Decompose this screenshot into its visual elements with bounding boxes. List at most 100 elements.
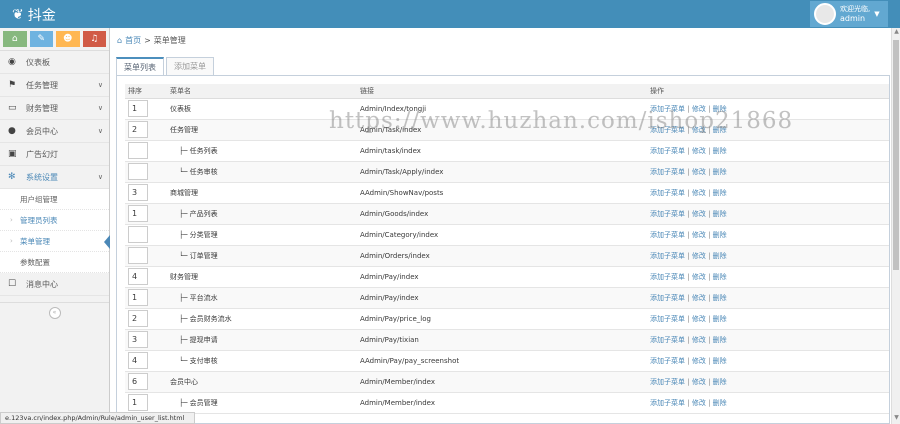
edit-link[interactable]: 修改 (692, 210, 706, 218)
users-icon[interactable]: ☻ (56, 31, 80, 47)
add-child-link[interactable]: 添加子菜单 (650, 357, 685, 365)
sidebar-item-dashboard[interactable]: ◉ 仪表板 (0, 51, 109, 74)
edit-link[interactable]: 修改 (692, 357, 706, 365)
edit-link[interactable]: 修改 (692, 336, 706, 344)
sort-input[interactable]: 3 (128, 184, 148, 201)
sort-input[interactable]: 4 (128, 352, 148, 369)
delete-link[interactable]: 删除 (713, 210, 727, 218)
edit-link[interactable]: 修改 (692, 273, 706, 281)
sort-input[interactable]: 6 (128, 373, 148, 390)
add-child-link[interactable]: 添加子菜单 (650, 189, 685, 197)
sort-input[interactable]: 3 (128, 331, 148, 348)
add-child-link[interactable]: 添加子菜单 (650, 210, 685, 218)
delete-link[interactable]: 删除 (713, 105, 727, 113)
sidebar-item-messages[interactable]: ☐ 消息中心 (0, 273, 109, 296)
sort-input[interactable]: 2 (128, 121, 148, 138)
separator: | (687, 314, 690, 323)
edit-link[interactable]: 修改 (692, 399, 706, 407)
sort-input[interactable]: 1 (128, 394, 148, 411)
add-child-link[interactable]: 添加子菜单 (650, 105, 685, 113)
brand-logo[interactable]: ❦ 抖金 (12, 5, 56, 25)
add-child-link[interactable]: 添加子菜单 (650, 168, 685, 176)
actions-cell: 添加子菜单 | 修改 | 删除 (647, 350, 889, 372)
add-child-link[interactable]: 添加子菜单 (650, 147, 685, 155)
menu-link-cell: Admin/Task/Apply/index (357, 161, 647, 183)
delete-link[interactable]: 删除 (713, 168, 727, 176)
actions-cell: 添加子菜单 | 修改 | 删除 (647, 119, 889, 141)
sidebar-item-tasks[interactable]: ⚑ 任务管理 ∨ (0, 74, 109, 97)
menu-link-cell: Admin/Member/index (357, 371, 647, 393)
user-menu[interactable]: 欢迎光临, admin ▼ (810, 1, 888, 27)
add-child-link[interactable]: 添加子菜单 (650, 315, 685, 323)
add-child-link[interactable]: 添加子菜单 (650, 294, 685, 302)
pencil-icon[interactable]: ✎ (29, 31, 53, 47)
delete-link[interactable]: 删除 (713, 399, 727, 407)
add-child-link[interactable]: 添加子菜单 (650, 126, 685, 134)
double-angle-left-icon[interactable]: « (48, 306, 61, 319)
table-row: ├─ 任务列表 Admin/task/index 添加子菜单 | 修改 | 删除 (125, 140, 889, 162)
scroll-thumb[interactable] (893, 40, 899, 270)
sidebar-item-members[interactable]: ● 会员中心 ∨ (0, 120, 109, 143)
menu-name-cell: 仪表板 (167, 98, 357, 120)
home-icon: ⌂ (117, 36, 123, 45)
add-child-link[interactable]: 添加子菜单 (650, 252, 685, 260)
delete-link[interactable]: 删除 (713, 273, 727, 281)
edit-link[interactable]: 修改 (692, 252, 706, 260)
edit-link[interactable]: 修改 (692, 378, 706, 386)
delete-link[interactable]: 删除 (713, 189, 727, 197)
home-icon[interactable]: ⌂ (3, 31, 27, 47)
delete-link[interactable]: 删除 (713, 126, 727, 134)
scrollbar[interactable]: ▲ ▼ (891, 28, 900, 424)
add-child-link[interactable]: 添加子菜单 (650, 378, 685, 386)
delete-link[interactable]: 删除 (713, 294, 727, 302)
sort-input[interactable] (128, 163, 148, 180)
tab-menu-list[interactable]: 菜单列表 (116, 57, 164, 75)
scroll-down-icon[interactable]: ▼ (892, 414, 900, 424)
sort-input[interactable] (128, 247, 148, 264)
sort-input[interactable] (128, 142, 148, 159)
edit-link[interactable]: 修改 (692, 126, 706, 134)
delete-link[interactable]: 删除 (713, 336, 727, 344)
edit-link[interactable]: 修改 (692, 168, 706, 176)
sidebar-collapse: « (0, 302, 109, 322)
sort-input[interactable]: 1 (128, 205, 148, 222)
edit-link[interactable]: 修改 (692, 231, 706, 239)
tab-add-menu[interactable]: 添加菜单 (166, 57, 214, 75)
sort-input[interactable] (128, 226, 148, 243)
sidebar-subitem-menus[interactable]: › 菜单管理 (0, 231, 110, 252)
separator: | (687, 167, 690, 176)
gear-icon: ✻ (8, 172, 16, 182)
menu-link-cell: Admin/Goods/index (357, 203, 647, 225)
sidebar-item-ads[interactable]: ▣ 广告幻灯 (0, 143, 109, 166)
sort-input[interactable]: 2 (128, 310, 148, 327)
breadcrumb-home[interactable]: 首页 (125, 35, 141, 46)
sidebar-item-finance[interactable]: ▭ 财务管理 ∨ (0, 97, 109, 120)
sort-input[interactable]: 4 (128, 268, 148, 285)
sort-input[interactable]: 1 (128, 100, 148, 117)
scroll-up-icon[interactable]: ▲ (892, 28, 900, 38)
edit-link[interactable]: 修改 (692, 189, 706, 197)
edit-link[interactable]: 修改 (692, 315, 706, 323)
delete-link[interactable]: 删除 (713, 315, 727, 323)
add-child-link[interactable]: 添加子菜单 (650, 231, 685, 239)
edit-link[interactable]: 修改 (692, 294, 706, 302)
table-row: 3 商城管理 AAdmin/ShowNav/posts 添加子菜单 | 修改 | 删除 (125, 182, 889, 204)
separator: | (708, 314, 711, 323)
delete-link[interactable]: 删除 (713, 252, 727, 260)
add-child-link[interactable]: 添加子菜单 (650, 336, 685, 344)
edit-link[interactable]: 修改 (692, 147, 706, 155)
bell-icon[interactable]: ♫ (82, 31, 106, 47)
delete-link[interactable]: 删除 (713, 378, 727, 386)
add-child-link[interactable]: 添加子菜单 (650, 399, 685, 407)
separator: | (687, 209, 690, 218)
delete-link[interactable]: 删除 (713, 147, 727, 155)
delete-link[interactable]: 删除 (713, 231, 727, 239)
sidebar-item-settings[interactable]: ✻ 系统设置 ∨ (0, 166, 109, 189)
sort-input[interactable]: 1 (128, 289, 148, 306)
edit-link[interactable]: 修改 (692, 105, 706, 113)
sidebar-subitem-admins[interactable]: › 管理员列表 (0, 210, 109, 231)
sidebar-subitem-usergroups[interactable]: 用户组管理 (0, 189, 109, 210)
sidebar-subitem-params[interactable]: 参数配置 (0, 252, 109, 273)
add-child-link[interactable]: 添加子菜单 (650, 273, 685, 281)
delete-link[interactable]: 删除 (713, 357, 727, 365)
